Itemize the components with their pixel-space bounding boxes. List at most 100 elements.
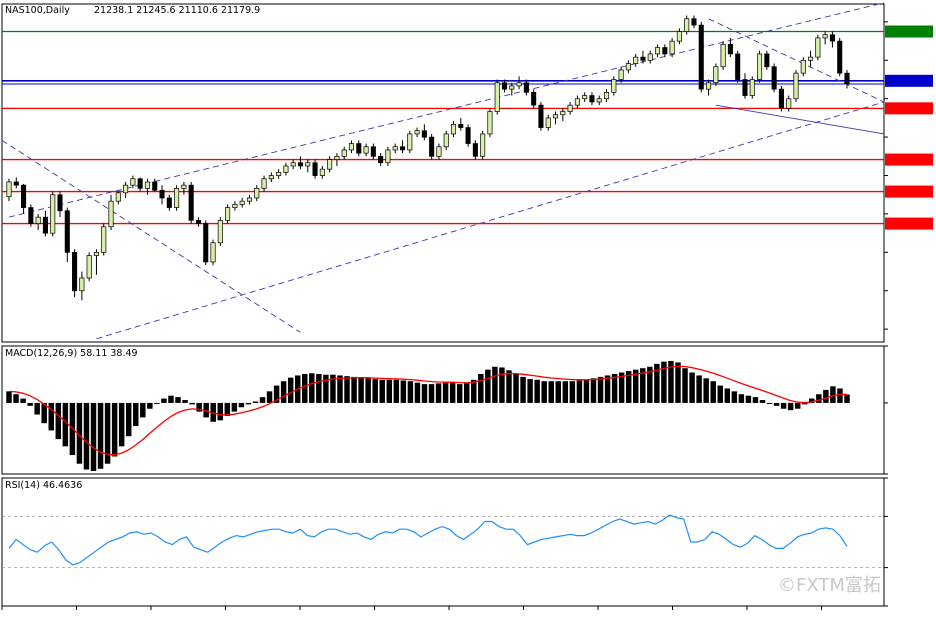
candle-bull (545, 117, 551, 128)
candle-bull (800, 59, 806, 74)
candle-bull (684, 18, 690, 32)
candle-bull (327, 159, 333, 170)
candle-bull (283, 165, 289, 173)
candle-bull (560, 111, 566, 116)
candle-bull (115, 192, 121, 202)
candle-bear (735, 53, 741, 80)
macd-bar (133, 402, 139, 427)
candle-bear (764, 53, 770, 68)
macd-bar (499, 367, 505, 403)
candle-bull (144, 181, 150, 189)
candle-bull (450, 123, 457, 135)
candle-bull (232, 204, 238, 208)
candle-bull (276, 172, 282, 176)
macd-bar (365, 378, 371, 403)
candle-bull (582, 95, 588, 100)
candle-bear (195, 220, 201, 224)
macd-bar (189, 402, 195, 405)
candle-bull (254, 188, 260, 199)
macd-bar (717, 385, 723, 403)
macd-bar (97, 402, 104, 469)
candle-bull (319, 168, 325, 176)
candle-bull (217, 220, 223, 244)
macd-bar (316, 373, 322, 403)
rsi-label: RSI(14) 46.4636 (5, 480, 82, 491)
macd-bar (456, 384, 463, 403)
candle-bull (669, 40, 675, 55)
macd-bar (724, 388, 731, 403)
candle-bear (57, 194, 63, 212)
macd-bar (428, 384, 435, 403)
candle-bull (246, 197, 253, 202)
macd-bar (231, 402, 238, 412)
candle-bull (625, 63, 631, 71)
macd-bar (759, 400, 766, 403)
candle-bear (501, 82, 508, 90)
candle-bull (86, 255, 92, 279)
candle-bear (166, 197, 172, 208)
macd-bar (302, 373, 308, 403)
macd-bar (703, 378, 709, 403)
candle-bull (676, 31, 682, 42)
candle-bear (399, 146, 406, 151)
macd-bar (576, 380, 583, 403)
macd-bar (344, 376, 350, 403)
candle-bull (334, 156, 340, 160)
macd-bar (569, 381, 576, 403)
macd-bar (492, 366, 498, 403)
candle-bear (727, 43, 733, 55)
macd-bar (597, 376, 604, 403)
macd-bar (414, 382, 421, 403)
candle-bull (6, 181, 12, 198)
candle-bull (174, 188, 180, 208)
candle-bear (312, 162, 318, 176)
macd-bar (154, 402, 160, 404)
macd-bar (252, 401, 259, 403)
candle-bear (531, 91, 537, 106)
candle-bull (348, 143, 355, 151)
macd-bar (696, 375, 702, 403)
candle-bear (356, 143, 362, 154)
candle-bull (123, 184, 129, 194)
candle-bull (268, 175, 274, 180)
candle-bull (93, 252, 99, 256)
macd-bar (287, 377, 294, 403)
macd-bar (548, 381, 554, 403)
candle-bull (516, 82, 522, 87)
macd-bar (506, 370, 512, 403)
candle-bear (13, 181, 19, 186)
candle-bull (225, 207, 231, 221)
candle-bull (611, 79, 617, 93)
macd-bar (780, 402, 787, 409)
candle-bear (778, 88, 784, 109)
macd-bar (266, 391, 273, 403)
macd-bar (731, 391, 738, 403)
candle-bull (808, 56, 814, 61)
macd-bar (147, 402, 153, 409)
symbol-label: NAS100,Daily (5, 5, 70, 16)
macd-bar (400, 380, 407, 403)
candle-bull (603, 91, 610, 100)
candle-bull (494, 82, 500, 112)
macd-bar (20, 398, 26, 403)
macd-bar (393, 379, 400, 403)
macd-bar (478, 373, 484, 403)
macd-bar (752, 397, 759, 403)
candle-bear (188, 184, 194, 221)
macd-bar (541, 381, 547, 403)
candle-bear (378, 156, 384, 164)
macd-bar (689, 372, 695, 403)
candle-bear (421, 130, 427, 138)
candle-bear (829, 34, 835, 42)
candle-bull (443, 133, 449, 148)
candle-bull (407, 133, 413, 151)
level-tag (885, 25, 933, 38)
candle-bear (297, 162, 304, 167)
macd-bar (358, 377, 364, 403)
macd-bar (485, 369, 491, 403)
level-tag (885, 102, 933, 115)
candle-bull (757, 53, 763, 80)
candle-bear (152, 181, 158, 191)
candle-bull (618, 69, 624, 80)
level-tag (885, 74, 933, 87)
